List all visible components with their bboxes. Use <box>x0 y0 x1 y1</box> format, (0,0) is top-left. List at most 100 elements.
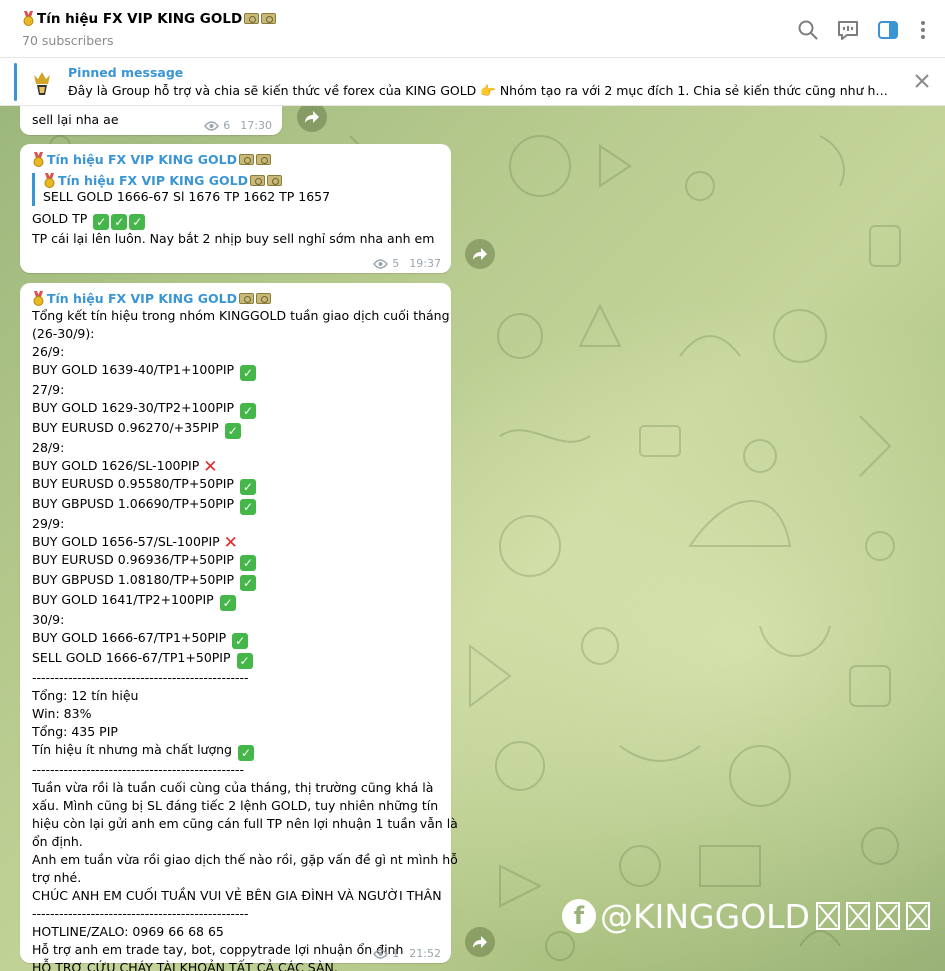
message-line: BUY GOLD 1656-57/SL-100PIP ✕ <box>32 533 439 552</box>
check-icon: ✓ <box>239 479 256 495</box>
check-icon: ✓ <box>111 214 128 230</box>
message-line: BUY GOLD 1629-30/TP2+100PIP ✓ <box>32 399 439 419</box>
message-line: Tín hiệu ít nhưng mà chất lượng ✓ <box>32 741 439 761</box>
reply-text: SELL GOLD 1666-67 Sl 1676 TP 1662 TP 165… <box>43 189 331 204</box>
watermark: f @KINGGOLD <box>562 896 930 936</box>
message-line-text: trợ nhé. <box>32 870 82 885</box>
money-icon <box>266 175 282 186</box>
message-line-text: ổn định. <box>32 834 83 849</box>
views-count: 6 <box>223 119 231 132</box>
medal-icon <box>33 152 44 167</box>
channel-title[interactable]: Tín hiệu FX VIP KING GOLD <box>22 11 277 27</box>
message-line-text: ----------------------------------------… <box>32 762 244 777</box>
message-line: BUY GOLD 1639-40/TP1+100PIP ✓ <box>32 361 439 381</box>
reply-sender: Tín hiệu FX VIP KING GOLD <box>43 173 439 188</box>
money-icon <box>249 175 265 186</box>
message-line-text: BUY GOLD 1666-67/TP1+50PIP <box>32 630 227 645</box>
message-bubble[interactable]: Tín hiệu FX VIP KING GOLD Tổng kết tín h… <box>20 283 458 971</box>
more-vertical-icon[interactable] <box>911 18 935 42</box>
pinned-title: Pinned message <box>68 65 184 80</box>
message-meta: 1 21:52 <box>373 947 441 960</box>
message-sender[interactable]: Tín hiệu FX VIP KING GOLD <box>32 152 439 167</box>
message-line-text: BUY EURUSD 0.96936/TP+50PIP <box>32 552 234 567</box>
message-line-text: ----------------------------------------… <box>32 670 249 685</box>
message-line: SELL GOLD 1666-67/TP1+50PIP ✓ <box>32 649 439 669</box>
message-line-text: Anh em tuần vừa rồi giao dịch thế nào rồ… <box>32 852 458 867</box>
message-line: BUY GOLD 1626/SL-100PIP ✕ <box>32 457 439 476</box>
message-bubble[interactable]: Tín hiệu FX VIP KING GOLD Tín hiệu FX VI… <box>20 144 451 273</box>
message-line: 28/9: <box>32 439 439 457</box>
placeholder-glyph-icon <box>905 902 930 930</box>
message-line-text: (26-30/9): <box>32 326 95 341</box>
pinned-avatar <box>34 72 50 95</box>
message-line-text: HOTLINE/ZALO: 0969 66 68 65 <box>32 924 224 939</box>
money-icon <box>238 154 254 165</box>
message-bubble[interactable]: sell lại nha ae 6 17:30 <box>20 106 282 135</box>
views-count: 5 <box>392 257 400 270</box>
check-icon: ✓ <box>232 633 249 649</box>
message-line: Win: 83% <box>32 705 439 723</box>
forward-icon <box>473 248 487 260</box>
watermark-text: @KINGGOLD <box>600 896 810 936</box>
message-line-text: BUY GBPUSD 1.08180/TP+50PIP <box>32 572 235 587</box>
message-line-text: 30/9: <box>32 612 65 627</box>
message-line: TP cái lại lên luôn. Nay bắt 2 nhịp buy … <box>32 231 435 246</box>
medal-icon <box>23 11 34 26</box>
pinned-message-bar[interactable]: Pinned message Đây là Group hỗ trợ và ch… <box>0 58 945 106</box>
message-line-text: CHÚC ANH EM CUỐI TUẦN VUI VẺ BÊN GIA ĐÌN… <box>32 888 442 903</box>
message-line: trợ nhé. <box>32 869 439 887</box>
message-line: 27/9: <box>32 381 439 399</box>
message-line-text: Tổng: 12 tín hiệu <box>32 688 139 703</box>
money-icon <box>255 154 271 165</box>
message-line: 29/9: <box>32 515 439 533</box>
message-line: BUY GBPUSD 1.06690/TP+50PIP ✓ <box>32 495 439 515</box>
message-line-text: BUY GOLD 1626/SL-100PIP <box>32 458 200 473</box>
chat-area[interactable]: sell lại nha ae 6 17:30 Tín hiệu FX VIP … <box>0 106 945 971</box>
subscriber-count: 70 subscribers <box>22 33 114 48</box>
placeholder-glyph-icon <box>875 902 900 930</box>
check-icon: ✓ <box>236 653 253 669</box>
money-icon <box>261 13 277 24</box>
message-line: BUY EURUSD 0.96936/TP+50PIP ✓ <box>32 551 439 571</box>
message-line-text: GOLD TP <box>32 211 88 226</box>
message-meta: 5 19:37 <box>373 257 441 270</box>
message-line: HOTLINE/ZALO: 0969 66 68 65 <box>32 923 439 941</box>
message-line-text: SELL GOLD 1666-67/TP1+50PIP <box>32 650 231 665</box>
message-time: 21:52 <box>409 947 441 960</box>
check-icon: ✓ <box>240 403 257 419</box>
reply-sender-name: Tín hiệu FX VIP KING GOLD <box>58 173 248 188</box>
message-line: Tuần vừa rồi là tuần cuối cùng của tháng… <box>32 779 439 797</box>
chat-icon[interactable] <box>836 18 860 42</box>
forward-icon <box>305 111 319 123</box>
message-line: 30/9: <box>32 611 439 629</box>
message-line-text: 27/9: <box>32 382 65 397</box>
sidebar-toggle-icon[interactable] <box>876 18 900 42</box>
medal-icon <box>44 173 55 188</box>
money-icon <box>244 13 260 24</box>
pinned-text: Đây là Group hỗ trợ và chia sẽ kiến thức… <box>68 83 890 98</box>
reply-quote[interactable]: Tín hiệu FX VIP KING GOLD SELL GOLD 1666… <box>32 173 439 206</box>
message-line: (26-30/9): <box>32 325 439 343</box>
message-line: Tổng: 435 PIP <box>32 723 439 741</box>
forward-button[interactable] <box>465 927 495 957</box>
message-line: ----------------------------------------… <box>32 761 439 779</box>
message-line: BUY EURUSD 0.95580/TP+50PIP ✓ <box>32 475 439 495</box>
views-icon <box>204 120 220 131</box>
message-line-text: Tổng: 435 PIP <box>32 724 118 739</box>
message-meta: 6 17:30 <box>204 119 272 132</box>
message-line: ----------------------------------------… <box>32 669 439 687</box>
message-line: ----------------------------------------… <box>32 905 439 923</box>
message-sender[interactable]: Tín hiệu FX VIP KING GOLD <box>32 291 439 306</box>
message-text: sell lại nha ae <box>32 112 119 127</box>
message-line: HỖ TRỢ CỨU CHÁY TÀI KHOẢN TẤT CẢ CÁC SÀN… <box>32 959 439 971</box>
message-line-text: hiệu còn lại gửi anh em cũng cán full TP… <box>32 816 458 831</box>
message-time: 19:37 <box>409 257 441 270</box>
forward-button[interactable] <box>465 239 495 269</box>
check-icon: ✓ <box>219 595 236 611</box>
search-icon[interactable] <box>796 18 820 42</box>
message-line-text: xấu. Mình cũng bị SL đáng tiếc 2 lệnh GO… <box>32 798 439 813</box>
close-icon[interactable] <box>913 72 931 90</box>
channel-title-text: Tín hiệu FX VIP KING GOLD <box>37 11 243 27</box>
check-icon: ✓ <box>240 499 257 515</box>
facebook-logo-icon: f <box>562 899 596 933</box>
